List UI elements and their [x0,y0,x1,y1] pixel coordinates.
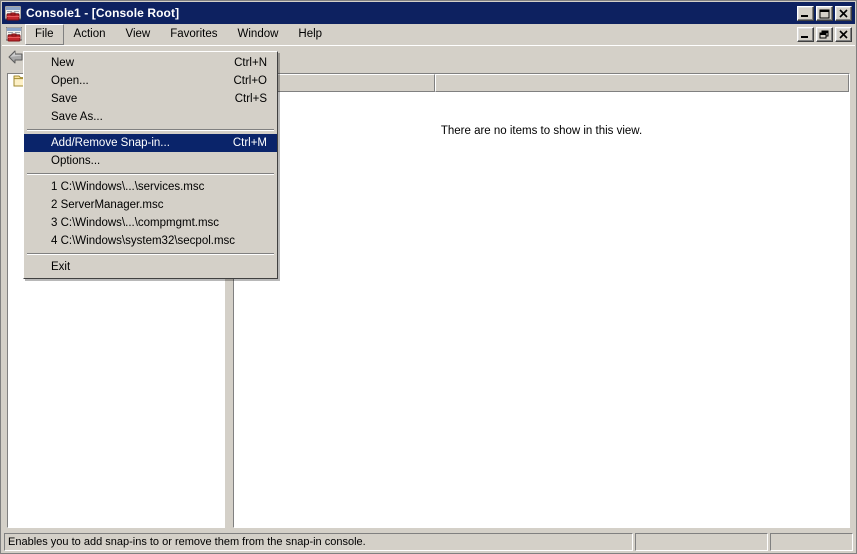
file-menu-recent-4-label: 4 C:\Windows\system32\secpol.msc [24,235,235,247]
file-menu-item-new-label: New [24,57,74,69]
file-menu-item-add-remove-snapin-accel: Ctrl+M [233,137,269,149]
file-menu-separator-1 [27,129,274,131]
file-menu-recent-2[interactable]: 2 ServerManager.msc [24,196,277,214]
file-menu-item-new[interactable]: New Ctrl+N [24,54,277,72]
file-menu-item-save[interactable]: Save Ctrl+S [24,90,277,108]
child-minimize-button[interactable] [797,27,814,42]
file-menu-item-new-accel: Ctrl+N [234,57,269,69]
file-menu-item-save-as-label: Save As... [24,111,103,123]
file-menu-item-open-accel: Ctrl+O [233,75,269,87]
child-close-button[interactable] [835,27,852,42]
file-menu-item-add-remove-snapin[interactable]: Add/Remove Snap-in... Ctrl+M [24,134,277,152]
file-menu-recent-1[interactable]: 1 C:\Windows\...\services.msc [24,178,277,196]
close-button[interactable] [835,6,852,21]
file-menu-item-exit[interactable]: Exit [24,258,277,276]
mmc-console-icon[interactable] [5,6,21,21]
menubar-items: File Action View Favorites Window Help [25,25,332,45]
minimize-button[interactable] [797,6,814,21]
file-menu-item-open-label: Open... [24,75,89,87]
statusbar: Enables you to add snap-ins to or remove… [2,531,855,553]
menu-file[interactable]: File [25,24,64,45]
file-menu-item-open[interactable]: Open... Ctrl+O [24,72,277,90]
file-menu-item-options[interactable]: Options... [24,152,277,170]
file-menu-item-save-as[interactable]: Save As... [24,108,277,126]
result-list-pane[interactable]: There are no items to show in this view. [233,73,850,528]
child-window-controls [797,27,855,42]
menu-window[interactable]: Window [228,24,289,45]
window-titlebar[interactable]: Console1 - [Console Root] [2,2,855,24]
file-menu-dropdown: New Ctrl+N Open... Ctrl+O Save Ctrl+S Sa… [23,51,278,279]
menu-help[interactable]: Help [288,24,332,45]
file-menu-item-save-label: Save [24,93,77,105]
window-controls [797,6,853,21]
file-menu-separator-3 [27,253,274,255]
menu-view[interactable]: View [116,24,161,45]
child-restore-button[interactable] [816,27,833,42]
list-column-header [234,74,849,92]
mmc-console-window: Console1 - [Console Root] [0,0,857,554]
empty-view-message: There are no items to show in this view. [234,125,849,137]
file-menu-recent-2-label: 2 ServerManager.msc [24,199,164,211]
menu-favorites[interactable]: Favorites [160,24,227,45]
window-title: Console1 - [Console Root] [26,6,179,20]
file-menu-separator-2 [27,173,274,175]
column-header-secondary[interactable] [435,74,849,92]
statusbar-panel-2 [635,533,768,551]
menu-action[interactable]: Action [64,24,116,45]
file-menu-recent-1-label: 1 C:\Windows\...\services.msc [24,181,204,193]
file-menu-item-save-accel: Ctrl+S [235,93,269,105]
file-menu-item-add-remove-snapin-label: Add/Remove Snap-in... [24,137,170,149]
menubar: File Action View Favorites Window Help [2,24,855,45]
file-menu-item-exit-label: Exit [24,261,70,273]
child-window-mmc-icon[interactable] [6,27,22,42]
file-menu-recent-4[interactable]: 4 C:\Windows\system32\secpol.msc [24,232,277,250]
statusbar-message: Enables you to add snap-ins to or remove… [4,533,633,551]
file-menu-item-options-label: Options... [24,155,100,167]
statusbar-panel-3 [770,533,853,551]
file-menu-recent-3[interactable]: 3 C:\Windows\...\compmgmt.msc [24,214,277,232]
maximize-button[interactable] [816,6,833,21]
file-menu-recent-3-label: 3 C:\Windows\...\compmgmt.msc [24,217,219,229]
